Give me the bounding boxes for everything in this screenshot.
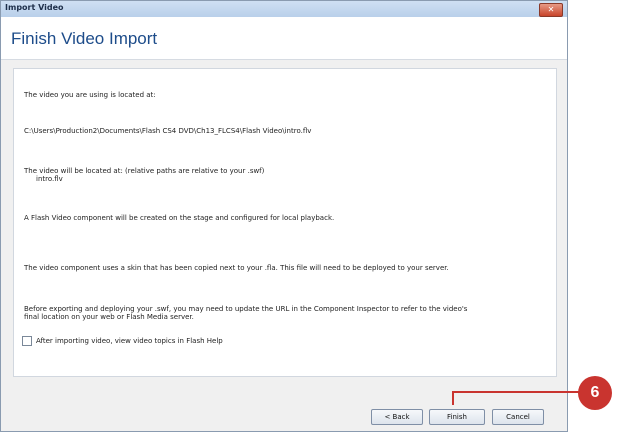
- view-help-checkbox-label: After importing video, view video topics…: [36, 337, 223, 345]
- view-help-checkbox-row[interactable]: After importing video, view video topics…: [22, 336, 223, 346]
- close-button[interactable]: ✕: [539, 3, 563, 17]
- destination-label: The video will be located at: (relative …: [24, 167, 265, 175]
- export-note-line-1: Before exporting and deploying your .swf…: [24, 305, 468, 313]
- source-label: The video you are using is located at:: [24, 91, 156, 99]
- callout-line: [452, 391, 592, 393]
- export-note-line-2: final location on your web or Flash Medi…: [24, 313, 194, 321]
- step-number-badge: 6: [578, 376, 612, 410]
- window-title: Import Video: [5, 3, 64, 12]
- component-info: A Flash Video component will be created …: [24, 214, 335, 222]
- back-button[interactable]: < Back: [371, 409, 423, 425]
- finish-button[interactable]: Finish: [429, 409, 485, 425]
- cancel-button[interactable]: Cancel: [492, 409, 544, 425]
- dialog-header: Finish Video Import: [1, 17, 567, 60]
- title-bar: Import Video ✕: [1, 1, 567, 17]
- content-panel: The video you are using is located at: C…: [13, 68, 557, 377]
- view-help-checkbox[interactable]: [22, 336, 32, 346]
- destination-path: intro.flv: [36, 175, 63, 183]
- source-path: C:\Users\Production2\Documents\Flash CS4…: [24, 127, 312, 135]
- import-video-dialog: Import Video ✕ Finish Video Import The v…: [0, 0, 568, 432]
- skin-info: The video component uses a skin that has…: [24, 264, 449, 272]
- callout-pointer: [452, 391, 454, 405]
- page-title: Finish Video Import: [11, 29, 158, 48]
